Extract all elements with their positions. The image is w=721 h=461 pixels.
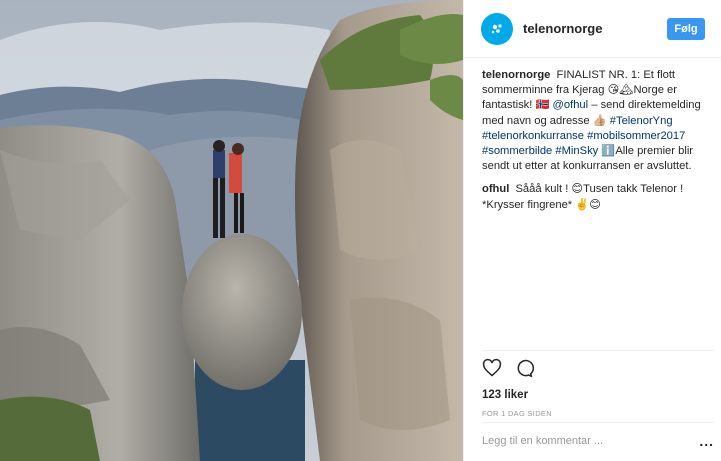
reply-comment: ofhul Sååå kult ! 😊Tusen takk Telenor ! … xyxy=(482,182,714,212)
add-comment-bar: Legg til en kommentar ... ... xyxy=(482,422,714,458)
comment-input[interactable]: Legg til en kommentar ... xyxy=(482,435,603,447)
comment-icon[interactable] xyxy=(514,358,535,383)
post-timestamp: FOR 1 DAG SIDEN xyxy=(482,409,552,418)
heart-icon[interactable] xyxy=(482,358,502,383)
post-photo[interactable] xyxy=(0,0,463,461)
reply-username[interactable]: ofhul xyxy=(482,183,509,195)
telenor-logo-icon[interactable] xyxy=(481,12,513,45)
caption-username[interactable]: telenornorge xyxy=(482,69,550,81)
likes-count[interactable]: 123 liker xyxy=(482,389,714,401)
action-icons xyxy=(482,358,714,383)
post-header: telenornorge Følg xyxy=(464,0,721,58)
post-actions: 123 liker FOR 1 DAG SIDEN xyxy=(482,350,714,418)
header-username[interactable]: telenornorge xyxy=(523,21,602,36)
follow-button[interactable]: Følg xyxy=(667,18,705,40)
comments-section: telenornorge FINALIST NR. 1: Et flott so… xyxy=(482,68,714,221)
instagram-post: telenornorge Følg telenornorge FINALIST … xyxy=(0,0,721,461)
post-sidebar: telenornorge Følg telenornorge FINALIST … xyxy=(463,0,721,461)
caption-mention[interactable]: @ofhul xyxy=(553,99,589,111)
reply-text: Sååå kult ! 😊Tusen takk Telenor ! *Kryss… xyxy=(482,183,684,211)
kjerag-photo xyxy=(0,0,463,461)
more-options-icon[interactable]: ... xyxy=(699,433,714,449)
caption-comment: telenornorge FINALIST NR. 1: Et flott so… xyxy=(482,68,714,174)
